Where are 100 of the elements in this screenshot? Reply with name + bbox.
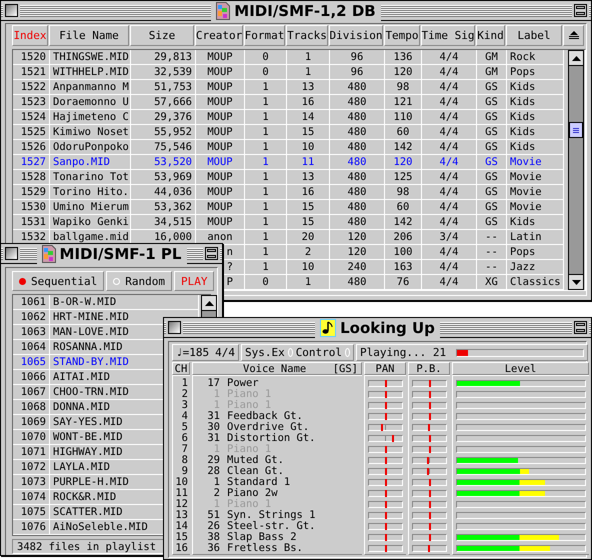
zoom-box[interactable] [574, 4, 588, 17]
table-cell: 60 [396, 126, 410, 138]
table-cell: 1 [262, 186, 269, 198]
file-name[interactable]: ROSANNA.MID [53, 341, 123, 353]
table-cell: 15 [302, 126, 314, 138]
file-name[interactable]: DONNA.MID [53, 401, 110, 413]
table-cell: 1 [262, 126, 269, 138]
table-cell: 1 [262, 111, 269, 123]
column-header[interactable]: Kind [476, 25, 505, 46]
table-cell: 3/4 [440, 231, 458, 243]
row-index: 1066 [13, 370, 50, 385]
row-index: 1074 [13, 490, 50, 505]
indicator-label: Sys.Ex [245, 346, 285, 359]
scroll-up-button[interactable] [202, 296, 216, 311]
scroll-thumb[interactable] [569, 122, 583, 138]
file-name[interactable]: HIGHWAY.MID [53, 446, 123, 458]
file-name[interactable]: Umino Mierum [53, 201, 129, 213]
file-name[interactable]: ROCK&R.MID [53, 491, 116, 503]
file-name[interactable]: Wapiko Genki [53, 216, 129, 228]
close-box[interactable] [5, 247, 18, 260]
file-name[interactable]: SCATTER.MID [53, 506, 123, 518]
row-index: 1075 [13, 505, 50, 520]
file-name[interactable]: Torino Hito. [53, 186, 129, 198]
file-icon [42, 244, 56, 262]
title-bar[interactable]: MIDI/SMF-1,2 DB [1, 1, 591, 21]
scroll-up-button[interactable] [569, 51, 583, 66]
column-header[interactable]: File Name [49, 25, 129, 46]
table-cell: MOUP [207, 126, 233, 138]
table-cell: 142 [394, 141, 412, 153]
close-box[interactable] [168, 321, 181, 334]
table-cell: 1 [262, 231, 269, 243]
scroll-down-button[interactable] [569, 274, 583, 289]
column-header[interactable]: Tracks [286, 25, 328, 46]
table-cell: 51,753 [154, 81, 192, 93]
file-name[interactable]: Anpanmanno M [53, 81, 129, 93]
table-cell: 0 [262, 51, 269, 63]
file-name[interactable]: MAN-LOVE.MID [53, 326, 129, 338]
zoom-box[interactable] [205, 247, 218, 260]
file-name[interactable]: CHOO-TRN.MID [53, 386, 129, 398]
table-cell: 1 [304, 51, 312, 63]
file-name[interactable]: Tonarino Tot [53, 171, 129, 183]
file-name[interactable]: THINGSWE.MID [53, 51, 129, 63]
zoom-box[interactable] [574, 321, 587, 334]
scrollbar[interactable] [568, 50, 584, 290]
close-box[interactable] [5, 4, 18, 17]
radio-button[interactable]: Random [106, 271, 172, 291]
sort-button[interactable] [563, 25, 584, 46]
table-cell: 0 [262, 66, 269, 78]
table-cell: GS [485, 141, 498, 153]
column-header[interactable]: Division [329, 25, 383, 46]
table-cell: Jazz [510, 261, 536, 273]
row-index: 1061 [13, 295, 50, 310]
file-name[interactable]: SAY-YES.MID [53, 416, 123, 428]
table-cell: GM [485, 66, 498, 78]
column-header[interactable]: Format [244, 25, 285, 46]
file-name[interactable]: WONT-BE.MID [53, 431, 123, 443]
file-name[interactable]: PURPLE-H.MID [53, 476, 129, 488]
table-cell: GS [485, 186, 498, 198]
file-name[interactable]: AiNoSeleble.MID [53, 521, 148, 533]
file-name[interactable]: WITHHELP.MID [53, 66, 129, 78]
table-cell: 4/4 [440, 96, 458, 108]
file-name[interactable]: Sanpo.MID [53, 156, 110, 168]
file-name[interactable]: Hajimeteno C [53, 111, 129, 123]
scrollbar[interactable] [201, 295, 217, 319]
file-name[interactable]: OdoruPonpoko [53, 141, 129, 153]
column-header[interactable]: Time Sig [421, 25, 475, 46]
file-name[interactable]: Kimiwo Noset [53, 126, 129, 138]
column-header[interactable]: Label [506, 25, 562, 46]
channel-number: 9 [180, 466, 189, 477]
file-name[interactable]: STAND-BY.MID [53, 356, 129, 368]
table-cell: 32,539 [154, 66, 192, 78]
table-cell: 16 [302, 96, 314, 108]
table-cell: 480 [348, 201, 366, 213]
file-name[interactable]: LAYLA.MID [53, 461, 110, 473]
file-name[interactable]: HRT-MINE.MID [53, 311, 129, 323]
voice-name: Clean Gt. [227, 466, 284, 477]
title-bar[interactable]: Looking Up [164, 318, 591, 338]
table-cell: 1 [304, 66, 312, 78]
file-name[interactable]: AITAI.MID [53, 371, 110, 383]
file-name[interactable]: B-OR-W.MID [53, 296, 116, 308]
radio-button[interactable]: Sequential [12, 271, 104, 291]
title-bar[interactable]: MIDI/SMF-1 PL [1, 244, 222, 264]
table-cell: MOUP [207, 111, 233, 123]
program-number: 31 [206, 411, 220, 422]
file-name[interactable]: ballgame.mid [53, 231, 129, 243]
row-index: 1525 [20, 126, 46, 138]
row-index: 1524 [20, 111, 46, 123]
channel-number: 7 [180, 444, 189, 455]
column-header[interactable]: Size [130, 25, 194, 46]
table-cell: 4/4 [440, 126, 458, 138]
table-cell: 4/4 [440, 141, 458, 153]
column-header[interactable]: Creator [195, 25, 243, 46]
table-cell: 11 [302, 156, 314, 168]
tempo-text: ♩=185 [176, 346, 210, 359]
table-cell: n [226, 246, 233, 258]
file-name[interactable]: Doraemonno U [53, 96, 129, 108]
table-cell: 480 [348, 126, 366, 138]
table-cell: 0 [262, 276, 269, 288]
column-header[interactable]: Tempo [384, 25, 420, 46]
table-cell: 34,515 [154, 216, 192, 228]
